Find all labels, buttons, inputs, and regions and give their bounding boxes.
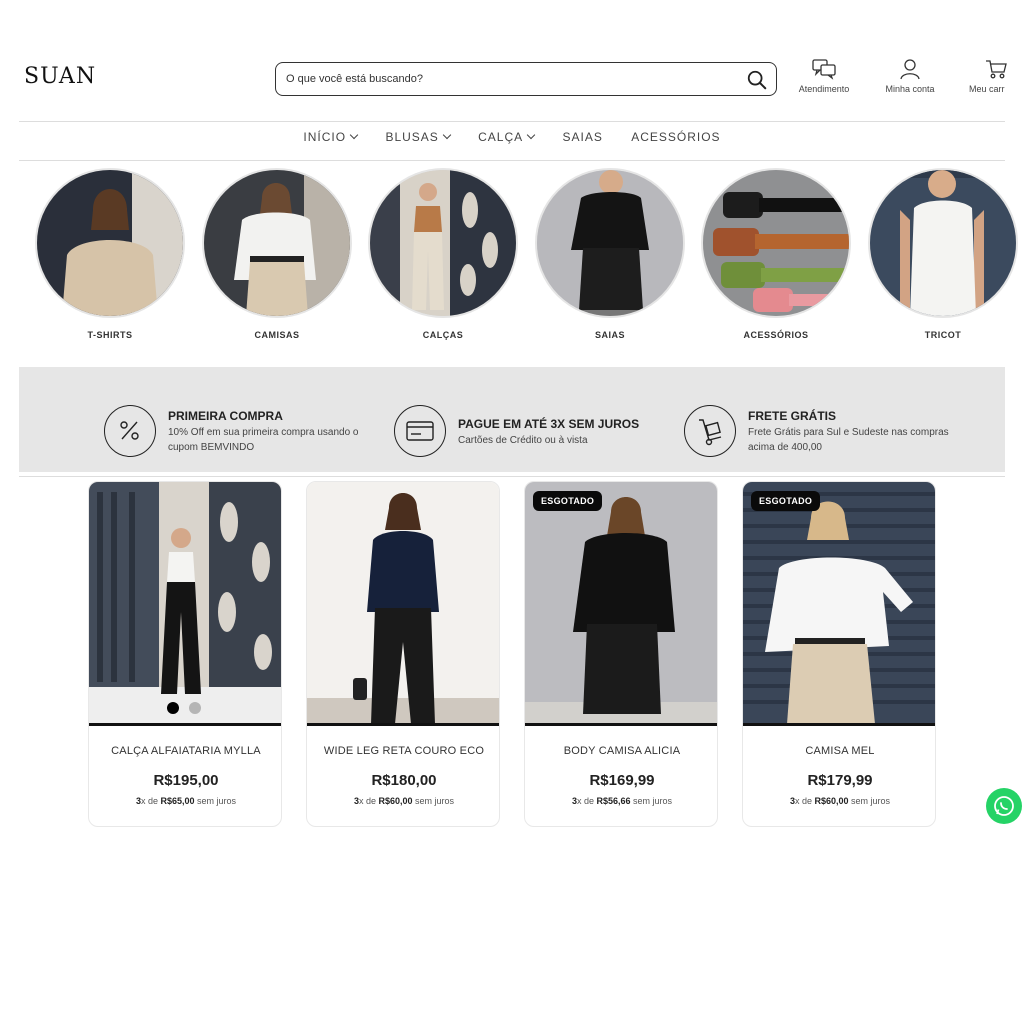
product-image-bar	[89, 723, 281, 726]
hand-truck-icon	[684, 405, 736, 457]
category-label: SAIAS	[594, 330, 625, 340]
product-installments: 3x de R$56,66 sem juros	[571, 796, 673, 806]
category-image	[368, 168, 518, 318]
cart-button[interactable]: Meu carr	[962, 58, 1024, 94]
user-icon	[900, 59, 920, 80]
category-image	[868, 168, 1018, 318]
nav-divider	[19, 160, 1005, 161]
product-image[interactable]	[743, 482, 935, 724]
cart-icon	[986, 60, 1007, 79]
nav-item-acessorios[interactable]: ACESSÓRIOS	[631, 130, 720, 144]
category-image	[202, 168, 352, 318]
percent-icon	[104, 405, 156, 457]
category-image	[535, 168, 685, 318]
chat-bubbles-icon	[812, 59, 836, 80]
benefit-description: Cartões de Crédito ou à vista	[458, 435, 588, 446]
product-image-bar	[525, 723, 717, 726]
product-image-bar	[743, 723, 935, 726]
product-installments: 3x de R$60,00 sem juros	[789, 796, 891, 806]
chevron-down-icon	[349, 130, 359, 140]
category-tricot[interactable]: TRICOT	[868, 168, 1018, 340]
whatsapp-icon	[994, 796, 1014, 816]
category-image	[701, 168, 851, 318]
category-tshirts[interactable]: T-SHIRTS	[35, 168, 185, 340]
category-label: T-SHIRTS	[87, 330, 133, 340]
product-card[interactable]: ESGOTADO BODY CAMISA ALICIA R$169,99 3x …	[524, 481, 718, 827]
benefit-description: 10% Off em sua primeira compra usando o …	[168, 427, 359, 453]
nav-item-inicio[interactable]: INÍCIO	[303, 130, 359, 144]
color-swatch-gray[interactable]	[189, 702, 201, 714]
cart-label: Meu carr	[969, 84, 1005, 94]
chevron-down-icon	[526, 130, 536, 140]
benefit-description: Frete Grátis para Sul e Sudeste nas comp…	[748, 427, 949, 453]
benefit-title: PAGUE EM ATÉ 3X SEM JUROS	[458, 417, 640, 431]
product-price: R$169,99	[589, 772, 655, 789]
product-image[interactable]	[89, 482, 281, 724]
credit-card-icon	[394, 405, 446, 457]
support-label: Atendimento	[798, 84, 850, 94]
whatsapp-button[interactable]	[986, 788, 1022, 824]
product-price: R$180,00	[371, 772, 437, 789]
store-logo[interactable]: SUAN	[24, 64, 96, 89]
nav-item-blusas[interactable]: BLUSAS	[385, 130, 452, 144]
category-label: CAMISAS	[254, 330, 300, 340]
category-label: ACESSÓRIOS	[743, 330, 809, 340]
benefit-title: FRETE GRÁTIS	[748, 409, 837, 423]
sold-out-badge: ESGOTADO	[751, 491, 821, 511]
color-swatch-black[interactable]	[167, 702, 179, 714]
header-divider	[19, 121, 1005, 122]
product-name[interactable]: BODY CAMISA ALICIA	[525, 745, 717, 757]
band-divider	[19, 476, 1005, 477]
category-acessorios[interactable]: ACESSÓRIOS	[701, 168, 851, 340]
product-name[interactable]: WIDE LEG RETA COURO ECO	[307, 745, 499, 757]
support-button[interactable]: Atendimento	[789, 58, 859, 94]
product-price: R$179,99	[807, 772, 873, 789]
product-card[interactable]: ESGOTADO CAMISA MEL R$179,99 3x de R$60,…	[742, 481, 936, 827]
category-label: TRICOT	[924, 330, 962, 340]
product-image[interactable]	[307, 482, 499, 724]
category-image	[35, 168, 185, 318]
account-label: Minha conta	[885, 84, 935, 94]
product-name[interactable]: CALÇA ALFAIATARIA MYLLA	[89, 745, 281, 757]
product-installments: 3x de R$65,00 sem juros	[135, 796, 237, 806]
product-price: R$195,00	[153, 772, 219, 789]
product-image[interactable]	[525, 482, 717, 724]
category-camisas[interactable]: CAMISAS	[202, 168, 352, 340]
category-saias[interactable]: SAIAS	[535, 168, 685, 340]
product-installments: 3x de R$60,00 sem juros	[353, 796, 455, 806]
benefit-title: PRIMEIRA COMPRA	[168, 409, 283, 423]
search-icon[interactable]	[746, 69, 768, 91]
product-name[interactable]: CAMISA MEL	[743, 745, 935, 757]
category-label: CALÇAS	[422, 330, 464, 340]
product-card[interactable]: CALÇA ALFAIATARIA MYLLA R$195,00 3x de R…	[88, 481, 282, 827]
product-image-bar	[307, 723, 499, 726]
nav-item-calca[interactable]: CALÇA	[478, 130, 536, 144]
account-button[interactable]: Minha conta	[875, 58, 945, 94]
chevron-down-icon	[442, 130, 452, 140]
search-input[interactable]: O que você está buscando?	[286, 73, 423, 85]
sold-out-badge: ESGOTADO	[533, 491, 603, 511]
product-card[interactable]: WIDE LEG RETA COURO ECO R$180,00 3x de R…	[306, 481, 500, 827]
category-calcas[interactable]: CALÇAS	[368, 168, 518, 340]
search-bar[interactable]: O que você está buscando?	[275, 62, 777, 96]
main-nav: INÍCIO BLUSAS CALÇA SAIAS ACESSÓRIOS	[0, 130, 1024, 144]
nav-item-saias[interactable]: SAIAS	[563, 130, 603, 144]
